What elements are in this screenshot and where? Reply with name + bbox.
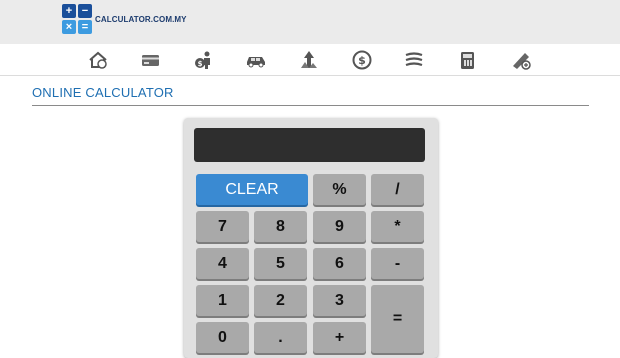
multiply-button[interactable]: * [371,211,424,242]
svg-text:$: $ [358,54,366,67]
digit-4-button[interactable]: 4 [196,248,249,279]
logo-plus: + [62,4,76,18]
plus-button[interactable]: + [313,322,366,353]
road-tax-icon[interactable] [401,48,427,72]
title-divider [32,105,589,106]
digit-2-button[interactable]: 2 [254,285,307,316]
calculator-display [194,128,425,162]
currency-icon[interactable]: $ [349,48,375,72]
salary-icon[interactable]: $ [190,48,216,72]
decimal-button[interactable]: . [254,322,307,353]
car-icon[interactable] [243,48,269,72]
site-logo[interactable]: + − × = CALCULATOR.COM.MY [62,4,187,34]
page-title: ONLINE CALCULATOR [32,85,174,100]
category-icon-bar: $ $ [0,44,620,76]
logo-mark: + − × = [62,4,92,34]
logo-equals: = [78,20,92,34]
logo-times: × [62,20,76,34]
property-icon[interactable] [296,48,322,72]
clear-button[interactable]: CLEAR [196,174,308,205]
credit-card-icon[interactable] [138,48,164,72]
loan-calculator-icon[interactable] [508,48,534,72]
gas-station-icon[interactable] [455,48,481,72]
digit-0-button[interactable]: 0 [196,322,249,353]
minus-button[interactable]: - [371,248,424,279]
digit-7-button[interactable]: 7 [196,211,249,242]
logo-text: CALCULATOR.COM.MY [95,14,187,24]
top-header: + − × = CALCULATOR.COM.MY [0,0,620,44]
digit-6-button[interactable]: 6 [313,248,366,279]
divide-button[interactable]: / [371,174,424,205]
digit-9-button[interactable]: 9 [313,211,366,242]
digit-5-button[interactable]: 5 [254,248,307,279]
svg-text:$: $ [198,60,203,68]
digit-1-button[interactable]: 1 [196,285,249,316]
digit-3-button[interactable]: 3 [313,285,366,316]
logo-minus: − [78,4,92,18]
digit-8-button[interactable]: 8 [254,211,307,242]
calculator-panel: CLEAR % / 7 8 9 * 4 5 6 - 1 2 3 = 0 . + [184,118,438,358]
percent-button[interactable]: % [313,174,366,205]
home-icon[interactable] [85,48,111,72]
